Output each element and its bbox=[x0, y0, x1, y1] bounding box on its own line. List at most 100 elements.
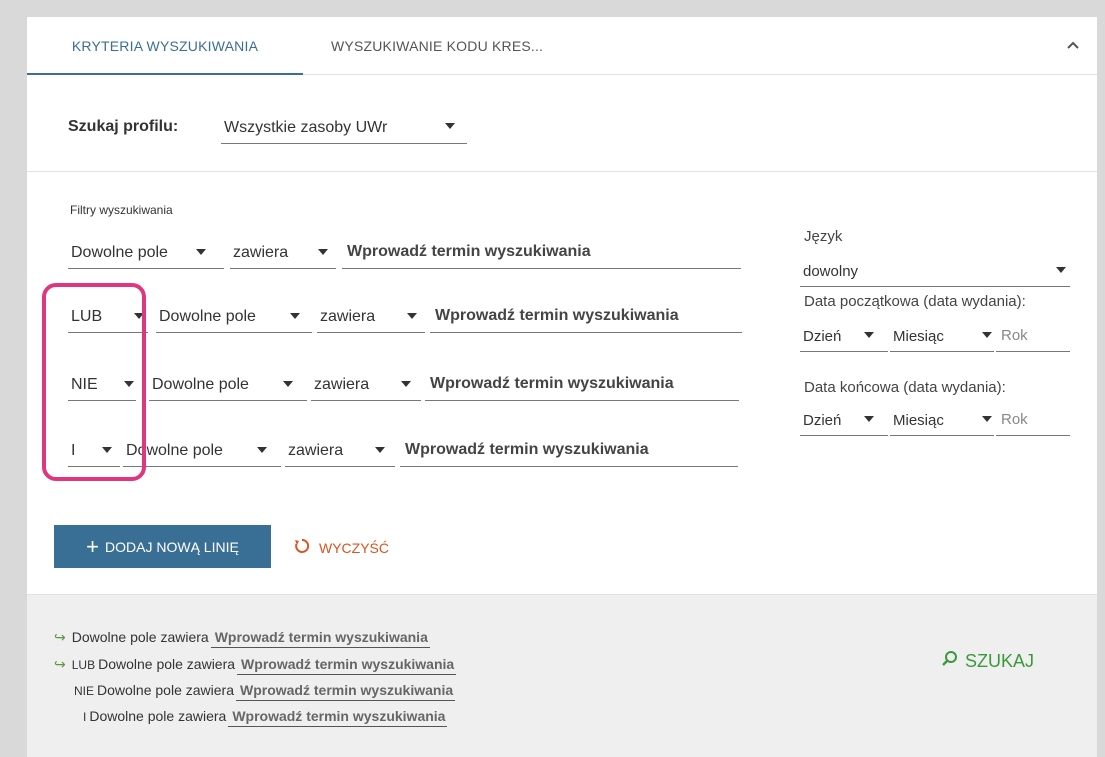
summary-operator: NIE bbox=[74, 684, 95, 698]
condition-select[interactable]: zawiera bbox=[317, 301, 425, 333]
summary-term: Wprowadź termin wyszukiwania bbox=[235, 682, 456, 701]
end-month-select[interactable]: Miesiąc bbox=[890, 404, 994, 436]
caret-down-icon bbox=[102, 447, 112, 453]
operator-select-value: NIE bbox=[71, 376, 98, 393]
clear-label: WYCZYŚĆ bbox=[319, 539, 389, 556]
caret-down-icon bbox=[864, 416, 874, 422]
search-term-input[interactable]: Wprowadź termin wyszukiwania bbox=[342, 237, 741, 269]
condition-select-value: zawiera bbox=[314, 376, 370, 393]
search-panel: KRYTERIA WYSZUKIWANIA WYSZUKIWANIE KODU … bbox=[27, 17, 1097, 757]
start-date-label: Data początkowa (data wydania): bbox=[804, 293, 1026, 310]
reset-icon bbox=[293, 537, 311, 558]
month-select-value: Miesiąc bbox=[893, 328, 944, 345]
language-select-value: dowolny bbox=[803, 263, 859, 280]
summary-line: ↪ Dowolne pole zawiera Wprowadź termin wys… bbox=[54, 629, 430, 648]
summary-text: Dowolne pole zawiera bbox=[71, 629, 209, 645]
tab-search-criteria[interactable]: KRYTERIA WYSZUKIWANIA bbox=[27, 17, 303, 75]
condition-select[interactable]: zawiera bbox=[230, 237, 336, 269]
summary-text: Dowolne pole zawiera bbox=[97, 682, 234, 698]
summary-term: Wprowadź termin wyszukiwania bbox=[228, 708, 448, 727]
summary-line: ↪ LUB Dowolne pole zawiera Wprowadź termin … bbox=[54, 656, 457, 675]
plus-icon: + bbox=[86, 533, 100, 559]
summary-text: Dowolne pole zawiera bbox=[98, 656, 236, 672]
caret-down-icon bbox=[401, 381, 411, 387]
operator-select-value: I bbox=[71, 442, 76, 459]
field-select[interactable]: Dowolne pole bbox=[149, 369, 307, 401]
caret-down-icon bbox=[982, 416, 992, 422]
caret-down-icon bbox=[124, 381, 134, 387]
summary-text: Dowolne pole zawiera bbox=[89, 708, 227, 724]
search-label: SZUKAJ bbox=[965, 651, 1035, 671]
profile-select[interactable]: Wszystkie zasoby UWr bbox=[221, 111, 467, 144]
tab-bar: KRYTERIA WYSZUKIWANIA WYSZUKIWANIE KODU … bbox=[27, 17, 1097, 75]
caret-down-icon bbox=[196, 249, 206, 255]
caret-down-icon bbox=[982, 332, 992, 338]
caret-down-icon bbox=[290, 313, 300, 319]
add-line-button[interactable]: + DODAJ NOWĄ LINIĘ bbox=[54, 525, 271, 568]
search-term-placeholder: Wprowadź termin wyszukiwania bbox=[405, 441, 649, 458]
field-select-value: Dowolne pole bbox=[71, 244, 168, 261]
caret-down-icon bbox=[318, 249, 328, 255]
end-date-label: Data końcowa (data wydania): bbox=[804, 379, 1006, 396]
day-select-value: Dzień bbox=[803, 328, 842, 345]
search-icon bbox=[941, 650, 959, 673]
field-select-value: Dowolne pole bbox=[152, 376, 249, 393]
day-select-value: Dzień bbox=[803, 412, 842, 429]
search-button[interactable]: SZUKAJ bbox=[941, 650, 1034, 673]
field-select-value: Dowolne pole bbox=[159, 308, 256, 325]
condition-select[interactable]: zawiera bbox=[311, 369, 421, 401]
search-term-placeholder: Wprowadź termin wyszukiwania bbox=[430, 375, 674, 392]
caret-down-icon bbox=[864, 332, 874, 338]
language-select[interactable]: dowolny bbox=[800, 255, 1070, 287]
caret-down-icon bbox=[257, 447, 267, 453]
condition-select[interactable]: zawiera bbox=[285, 435, 395, 467]
tab-barcode-search[interactable]: WYSZUKIWANIE KODU KRES... bbox=[331, 17, 543, 75]
operator-select[interactable]: NIE bbox=[68, 369, 136, 401]
start-day-select[interactable]: Dzień bbox=[800, 320, 888, 352]
condition-select-value: zawiera bbox=[320, 308, 376, 325]
profile-label: Szukaj profilu: bbox=[68, 118, 179, 135]
condition-select-value: zawiera bbox=[233, 244, 289, 261]
search-term-input[interactable]: Wprowadź termin wyszukiwania bbox=[430, 301, 742, 333]
year-placeholder: Rok bbox=[1001, 327, 1028, 344]
year-placeholder: Rok bbox=[1001, 411, 1028, 428]
field-select-value: Dowolne pole bbox=[126, 442, 223, 459]
query-summary: ↪ Dowolne pole zawiera Wprowadź termin wys… bbox=[27, 594, 1097, 757]
caret-down-icon bbox=[407, 313, 417, 319]
operator-select-value: LUB bbox=[71, 308, 103, 325]
search-term-placeholder: Wprowadź termin wyszukiwania bbox=[347, 243, 591, 260]
caret-down-icon bbox=[134, 313, 144, 319]
search-term-input[interactable]: Wprowadź termin wyszukiwania bbox=[425, 369, 739, 401]
filters-label: Filtry wyszukiwania bbox=[70, 203, 173, 217]
arrow-right-icon: ↪ bbox=[54, 656, 66, 672]
profile-select-value: Wszystkie zasoby UWr bbox=[224, 119, 388, 136]
operator-select[interactable]: LUB bbox=[68, 301, 148, 333]
end-day-select[interactable]: Dzień bbox=[800, 404, 888, 436]
summary-term: Wprowadź termin wyszukiwania bbox=[210, 629, 430, 648]
field-select[interactable]: Dowolne pole bbox=[156, 301, 312, 333]
add-line-label: DODAJ NOWĄ LINIĘ bbox=[105, 538, 239, 555]
caret-down-icon bbox=[283, 381, 293, 387]
clear-button[interactable]: WYCZYŚĆ bbox=[293, 537, 389, 558]
summary-operator: LUB bbox=[71, 658, 96, 672]
field-select[interactable]: Dowolne pole bbox=[68, 237, 224, 269]
profile-section: Szukaj profilu: Wszystkie zasoby UWr bbox=[27, 75, 1097, 172]
search-term-placeholder: Wprowadź termin wyszukiwania bbox=[435, 307, 679, 324]
summary-line: I Dowolne pole zawiera Wprowadź termin wys… bbox=[83, 708, 448, 727]
summary-term: Wprowadź termin wyszukiwania bbox=[237, 656, 457, 675]
summary-operator: I bbox=[83, 710, 87, 724]
start-year-input[interactable]: Rok bbox=[996, 320, 1070, 352]
chevron-up-icon[interactable] bbox=[1061, 33, 1085, 57]
arrow-right-icon: ↪ bbox=[54, 629, 66, 645]
start-month-select[interactable]: Miesiąc bbox=[890, 320, 994, 352]
summary-line: NIE Dowolne pole zawiera Wprowadź termin w… bbox=[74, 682, 456, 701]
language-label: Język bbox=[804, 228, 843, 245]
search-term-input[interactable]: Wprowadź termin wyszukiwania bbox=[400, 435, 738, 467]
caret-down-icon bbox=[445, 123, 455, 129]
month-select-value: Miesiąc bbox=[893, 412, 944, 429]
operator-select[interactable]: I bbox=[68, 435, 120, 467]
field-select[interactable]: Dowolne pole bbox=[123, 435, 281, 467]
condition-select-value: zawiera bbox=[288, 442, 344, 459]
end-year-input[interactable]: Rok bbox=[996, 404, 1070, 436]
caret-down-icon bbox=[375, 447, 385, 453]
